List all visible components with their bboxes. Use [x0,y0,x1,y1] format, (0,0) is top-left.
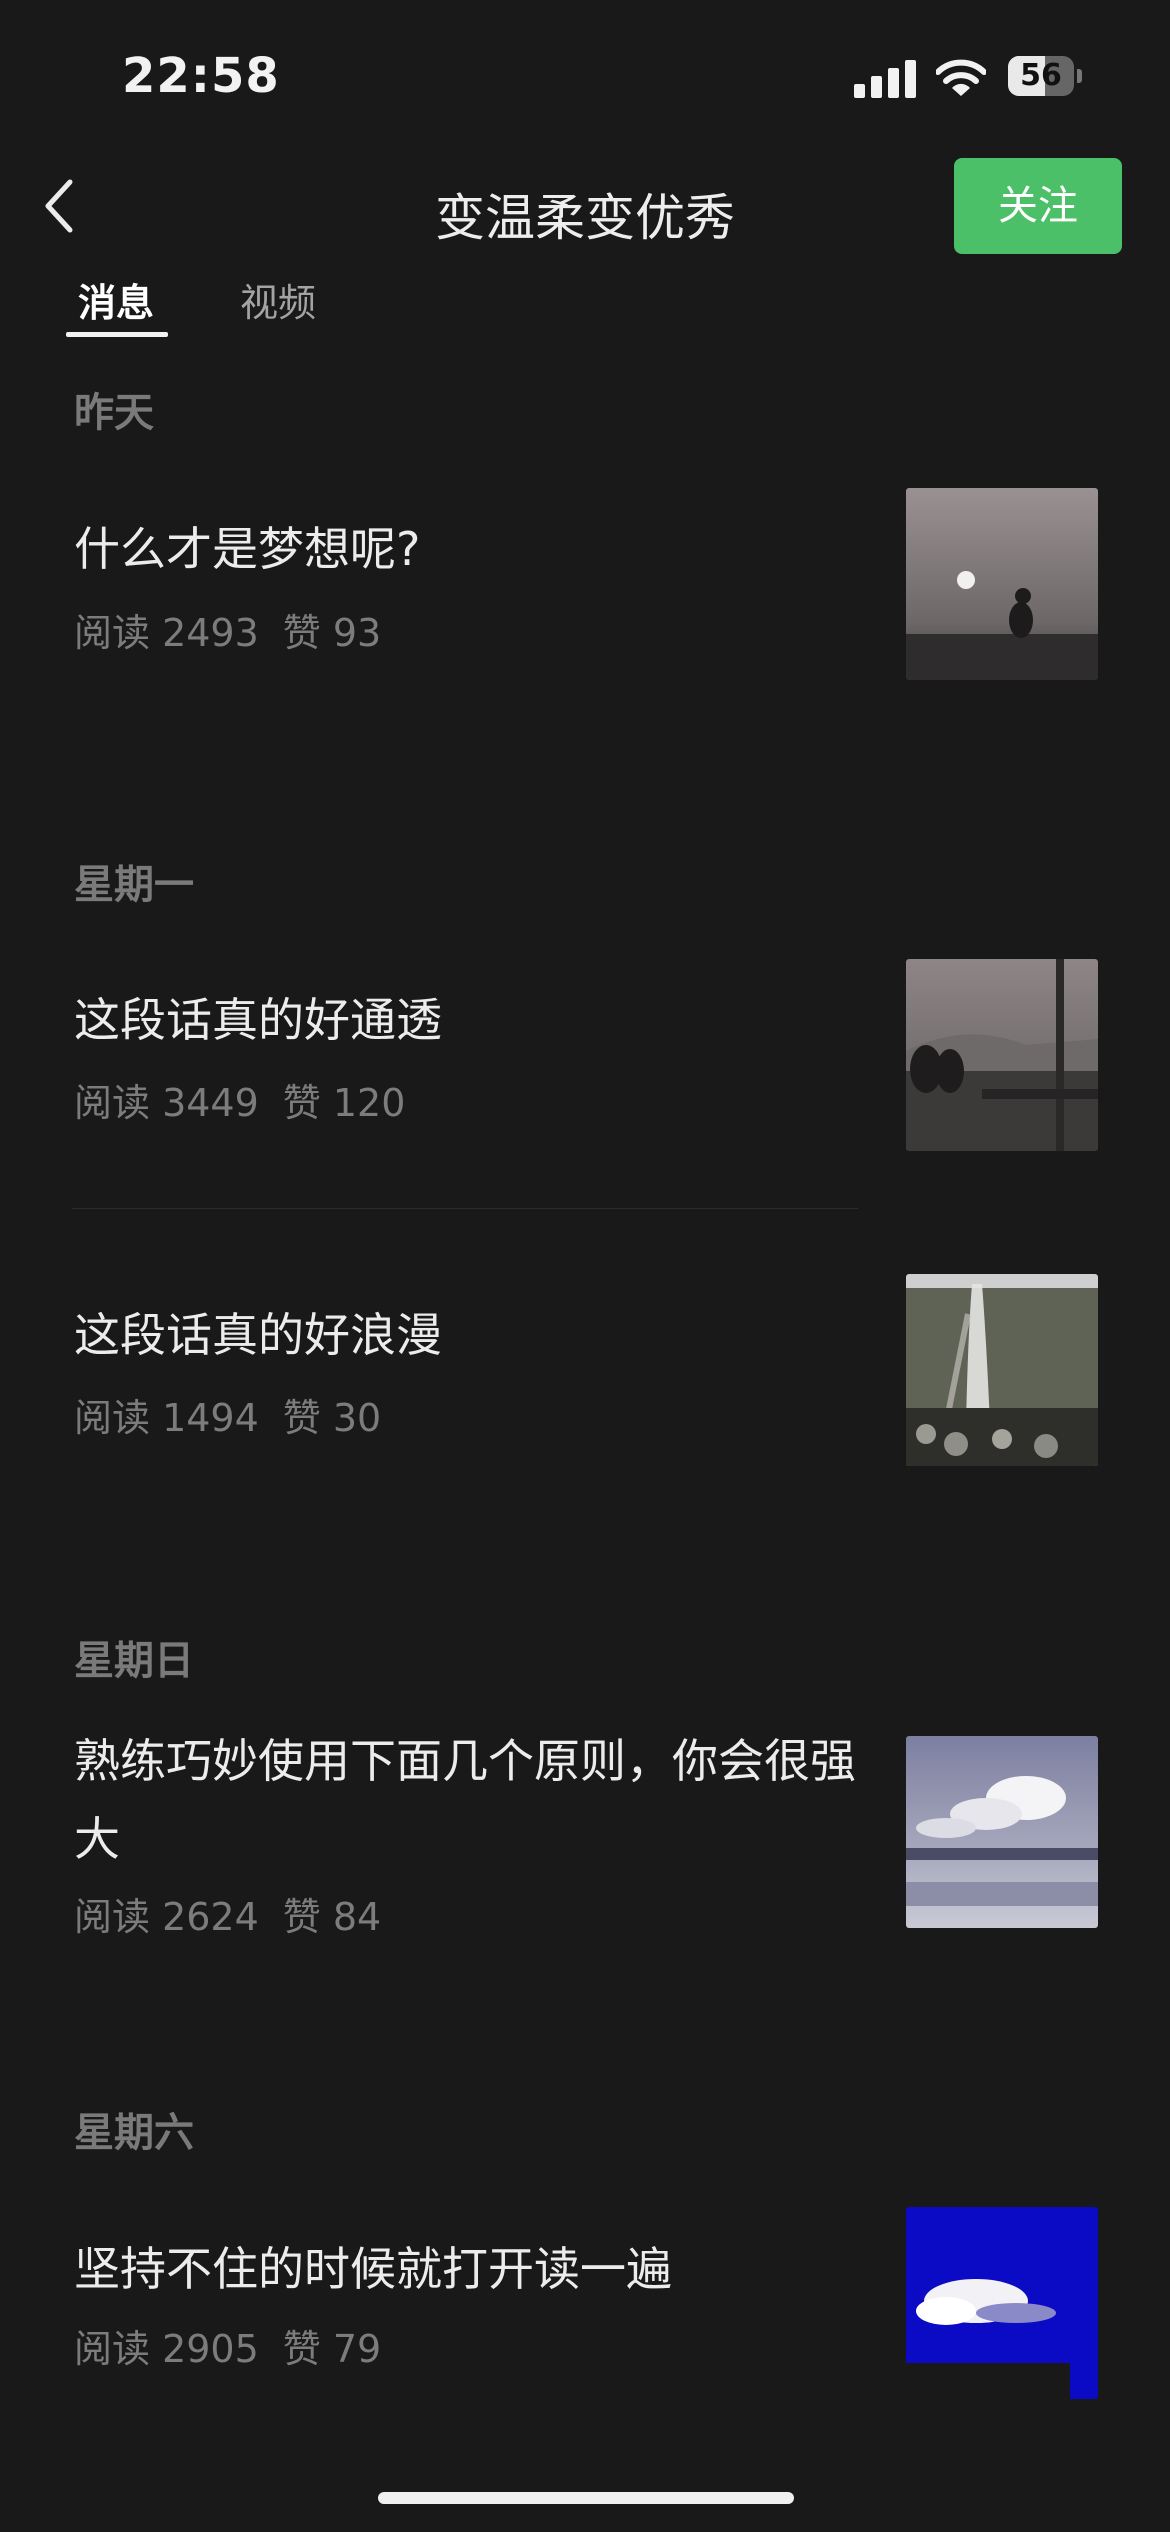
list-divider [72,1208,858,1209]
status-time: 22:58 [122,48,280,104]
read-count: 阅读 1494 [74,1396,259,1440]
tab-messages[interactable]: 消息 [78,272,154,327]
home-indicator [378,2492,794,2504]
article-title: 什么才是梦想呢? [74,522,421,576]
article-stats: 阅读 1494 赞 30 [74,1387,381,1442]
read-count: 阅读 2624 [74,1895,259,1939]
follow-button[interactable]: 关注 [954,158,1122,254]
back-button[interactable] [40,176,84,236]
section-header: 昨天 [74,390,154,436]
like-count: 赞 30 [282,1396,382,1440]
section-header: 星期六 [74,2110,194,2156]
read-count: 阅读 2493 [74,611,259,655]
article-title: 这段话真的好浪漫 [74,1308,442,1362]
article-thumbnail [906,959,1098,1151]
chevron-left-icon [45,179,73,233]
read-count: 阅读 3449 [74,1081,259,1125]
article-stats: 阅读 2493 赞 93 [74,602,381,657]
article-thumbnail [906,1736,1098,1928]
like-count: 赞 79 [282,2327,382,2371]
tab-videos[interactable]: 视频 [240,272,316,327]
article-thumbnail [906,2207,1098,2399]
read-count: 阅读 2905 [74,2327,259,2371]
like-count: 赞 93 [282,611,382,655]
article-stats: 阅读 3449 赞 120 [74,1072,405,1127]
article-title: 坚持不住的时候就打开读一遍 [74,2242,672,2296]
article-stats: 阅读 2624 赞 84 [74,1886,381,1941]
active-tab-indicator [66,332,168,337]
article-stats: 阅读 2905 赞 79 [74,2318,381,2373]
section-header: 星期一 [74,862,194,908]
like-count: 赞 120 [282,1081,406,1125]
battery-icon: 56 [1008,56,1084,96]
cellular-signal-icon [854,58,916,98]
article-thumbnail [906,488,1098,680]
article-title: 熟练巧妙使用下面几个原则，你会很强大 [74,1734,856,1866]
like-count: 赞 84 [282,1895,382,1939]
wifi-icon [935,58,987,98]
article-title: 这段话真的好通透 [74,993,442,1047]
article-thumbnail [906,1274,1098,1466]
section-header: 星期日 [74,1638,194,1684]
page-title: 变温柔变优秀 [435,189,735,247]
battery-percentage: 56 [1020,58,1062,93]
